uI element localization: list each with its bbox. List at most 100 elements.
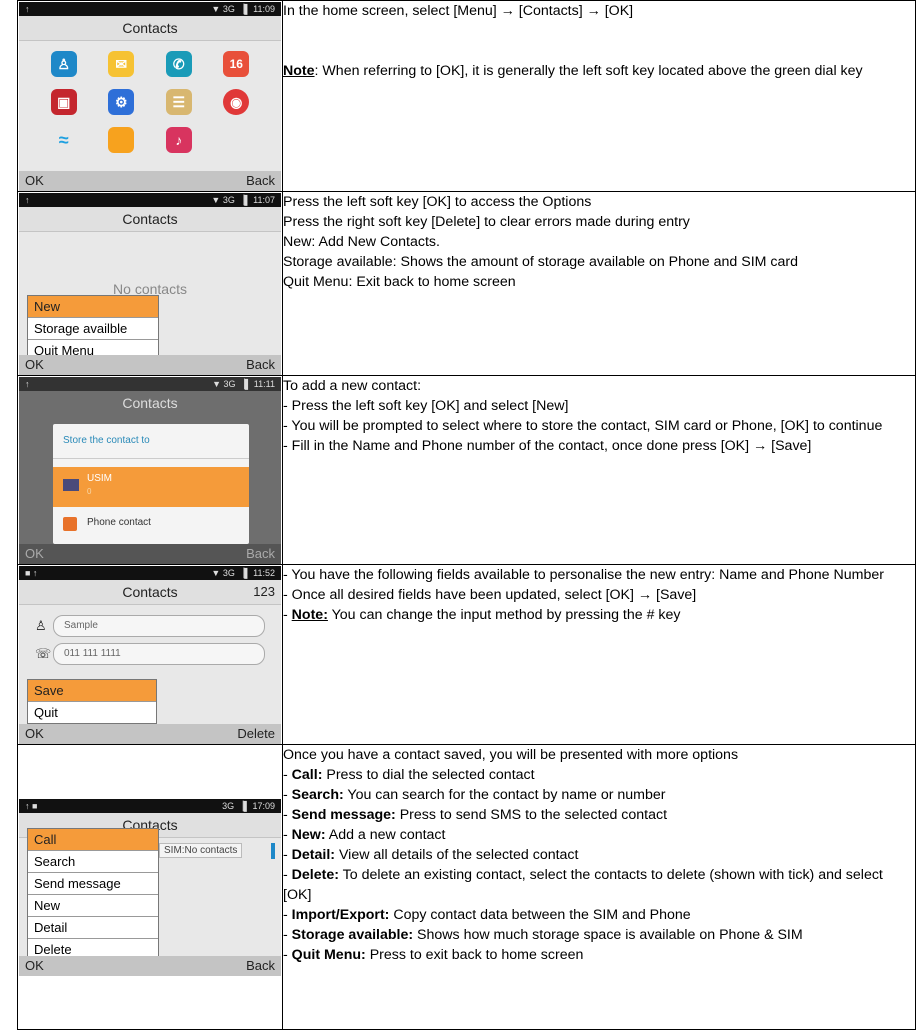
option-line: - Send message: Press to send SMS to the…	[283, 807, 668, 823]
menu-item-new[interactable]: New	[28, 895, 158, 917]
instruction-cell: Press the left soft key [OK] to access t…	[282, 191, 916, 376]
soft-key-bar: OK Delete	[19, 724, 281, 744]
screenshot-cell: ■ ↑ ▼ 3G ▕▌ 11:52 Contacts 123 ♙ Sample ☏ …	[17, 564, 283, 745]
notes-icon: ☰	[165, 89, 192, 115]
instruction-cell: In the home screen, select [Menu] → [Con…	[282, 0, 916, 192]
screen-title: Contacts	[19, 16, 281, 41]
table-row: ■ ↑ ▼ 3G ▕▌ 11:52 Contacts 123 ♙ Sample ☏ …	[17, 564, 916, 745]
contacts-icon: ♙	[50, 51, 77, 77]
screen-title: Contacts	[19, 207, 281, 232]
options-menu: New Storage availble Quit Menu	[27, 295, 159, 362]
note-label: Note	[283, 63, 315, 79]
option-line: - Detail: View all details of the select…	[283, 847, 579, 863]
soft-right-label: Delete	[237, 726, 275, 741]
instruction-line: New: Add New Contacts.	[283, 234, 440, 250]
soft-key-bar: OK Back	[19, 544, 281, 564]
sim-status: SIM:No contacts	[159, 843, 243, 858]
instruction-line: To add a new contact:	[283, 378, 422, 394]
options-menu: Call Search Send message New Detail Dele…	[27, 828, 159, 961]
store-option-usim[interactable]: USIM 0	[53, 467, 249, 507]
option-line: - New: Add a new contact	[283, 827, 446, 843]
person-icon	[63, 517, 77, 531]
soft-key-bar: OK Back	[19, 355, 281, 375]
option-line: - Search: You can search for the contact…	[283, 787, 666, 803]
menu-item-detail[interactable]: Detail	[28, 917, 158, 939]
option-line: - Import/Export: Copy contact data betwe…	[283, 907, 691, 923]
instruction-line: Storage available: Shows the amount of s…	[283, 254, 799, 270]
home-menu-screenshot: ↑ ▼ 3G ▕▌ 11:09 Contacts ♙ ✉ ✆ 16 ▣ ⚙ ☰ ◉…	[19, 2, 281, 191]
screen-title: Contacts 123	[19, 580, 281, 605]
note-text: : When referring to [OK], it is generall…	[314, 63, 863, 79]
store-dialog: Store the contact to USIM 0 Phone contac…	[53, 424, 249, 544]
sim-card-icon	[63, 479, 79, 491]
soft-left-label: OK	[25, 958, 44, 973]
phone-number-field[interactable]: 011 111 1111	[53, 643, 265, 665]
soft-right-label: Back	[246, 546, 275, 561]
soft-right-label: Back	[246, 173, 275, 188]
store-option-phone[interactable]: Phone contact	[53, 507, 249, 541]
table-row: ↑ ▼ 3G ▕▌ 11:11 Contacts Store the contac…	[17, 375, 916, 565]
status-bar-text: ▼ 3G ▕▌ 11:09	[211, 4, 275, 14]
options-menu-screenshot: ↑ ▼ 3G ▕▌ 11:07 Contacts No contacts New …	[19, 193, 281, 375]
screenshot-cell: ↑ ■ 3G ▕▌ 17:09 Contacts SIM:No contacts …	[17, 744, 283, 1030]
message-icon: ✉	[108, 51, 135, 77]
instruction-line: Quit Menu: Exit back to home screen	[283, 274, 516, 290]
instruction-line: Once you have a contact saved, you will …	[283, 747, 739, 763]
app-grid: ♙ ✉ ✆ 16 ▣ ⚙ ☰ ◉ ≈ ♪	[19, 41, 281, 163]
table-row: ↑ ■ 3G ▕▌ 17:09 Contacts SIM:No contacts …	[17, 744, 916, 1030]
menu-item-send-message[interactable]: Send message	[28, 873, 158, 895]
settings-icon: ⚙	[108, 89, 135, 115]
menu-item-call[interactable]: Call	[28, 829, 158, 851]
screenshot-cell: ↑ ▼ 3G ▕▌ 11:11 Contacts Store the contac…	[17, 375, 283, 565]
instruction-line: - You have the following fields availabl…	[283, 567, 884, 583]
menu-item-quit[interactable]: Quit	[28, 702, 156, 723]
screenshot-cell: ↑ ▼ 3G ▕▌ 11:07 Contacts No contacts New …	[17, 191, 283, 376]
menu-item-search[interactable]: Search	[28, 851, 158, 873]
screenshot-cell: ↑ ▼ 3G ▕▌ 11:09 Contacts ♙ ✉ ✆ 16 ▣ ⚙ ☰ ◉…	[17, 0, 283, 192]
soft-left-label: OK	[25, 173, 44, 188]
instruction-line: Press the left soft key [OK] to access t…	[283, 194, 592, 210]
wifi-icon: ≈	[58, 129, 69, 150]
calendar-icon: 16	[223, 51, 250, 77]
instruction-line: - Once all desired fields have been upda…	[283, 587, 697, 603]
option-line: - Quit Menu: Press to exit back to home …	[283, 947, 584, 963]
instruction-line: - Fill in the Name and Phone number of t…	[283, 438, 812, 454]
instruction-line: - You will be prompted to select where t…	[283, 418, 883, 434]
phone-icon: ✆	[165, 51, 192, 77]
music-icon: ♪	[165, 127, 192, 153]
soft-right-label: Back	[246, 357, 275, 372]
option-line: - Storage available: Shows how much stor…	[283, 927, 803, 943]
input-mode-label: 123	[253, 584, 275, 599]
menu-item-storage[interactable]: Storage availble	[28, 318, 158, 340]
soft-left-label: OK	[25, 726, 44, 741]
menu-item-save[interactable]: Save	[28, 680, 156, 702]
options-menu: Save Quit	[27, 679, 157, 724]
instruction-table: ↑ ▼ 3G ▕▌ 11:09 Contacts ♙ ✉ ✆ 16 ▣ ⚙ ☰ ◉…	[17, 0, 916, 1030]
soft-key-bar: OK Back	[19, 171, 281, 191]
status-bar-text: ▼ 3G ▕▌ 11:11	[212, 379, 275, 389]
instruction-line: In the home screen, select [Menu] → [Con…	[283, 3, 634, 19]
note-label: Note:	[291, 607, 328, 623]
contact-options-screenshot: ↑ ■ 3G ▕▌ 17:09 Contacts SIM:No contacts …	[19, 799, 281, 976]
option-line: - Delete: To delete an existing contact,…	[283, 867, 883, 903]
screen-title: Contacts	[19, 391, 281, 415]
note-paragraph: Note: When referring to [OK], it is gene…	[283, 61, 915, 81]
status-bar-text: ▼ 3G ▕▌ 11:52	[211, 568, 275, 578]
soft-key-bar: OK Back	[19, 956, 281, 976]
status-bar-text: ▼ 3G ▕▌ 11:07	[211, 195, 275, 205]
files-icon	[108, 127, 135, 153]
phone-number-icon: ☏	[35, 646, 52, 661]
dialog-title: Store the contact to	[53, 424, 249, 459]
scrollbar[interactable]	[271, 843, 275, 859]
instruction-cell: Once you have a contact saved, you will …	[282, 744, 916, 1030]
instruction-cell: - You have the following fields availabl…	[282, 564, 916, 745]
table-row: ↑ ▼ 3G ▕▌ 11:09 Contacts ♙ ✉ ✆ 16 ▣ ⚙ ☰ ◉…	[17, 0, 916, 192]
soft-left-label: OK	[25, 546, 44, 561]
instruction-line: - Press the left soft key [OK] and selec…	[283, 398, 569, 414]
note-paragraph: - Note: You can change the input method …	[283, 607, 681, 623]
name-field[interactable]: Sample	[53, 615, 265, 637]
menu-item-new[interactable]: New	[28, 296, 158, 318]
person-icon: ♙	[35, 618, 47, 633]
new-contact-screenshot: ■ ↑ ▼ 3G ▕▌ 11:52 Contacts 123 ♙ Sample ☏ …	[19, 566, 281, 744]
store-contact-screenshot: ↑ ▼ 3G ▕▌ 11:11 Contacts Store the contac…	[19, 377, 281, 564]
